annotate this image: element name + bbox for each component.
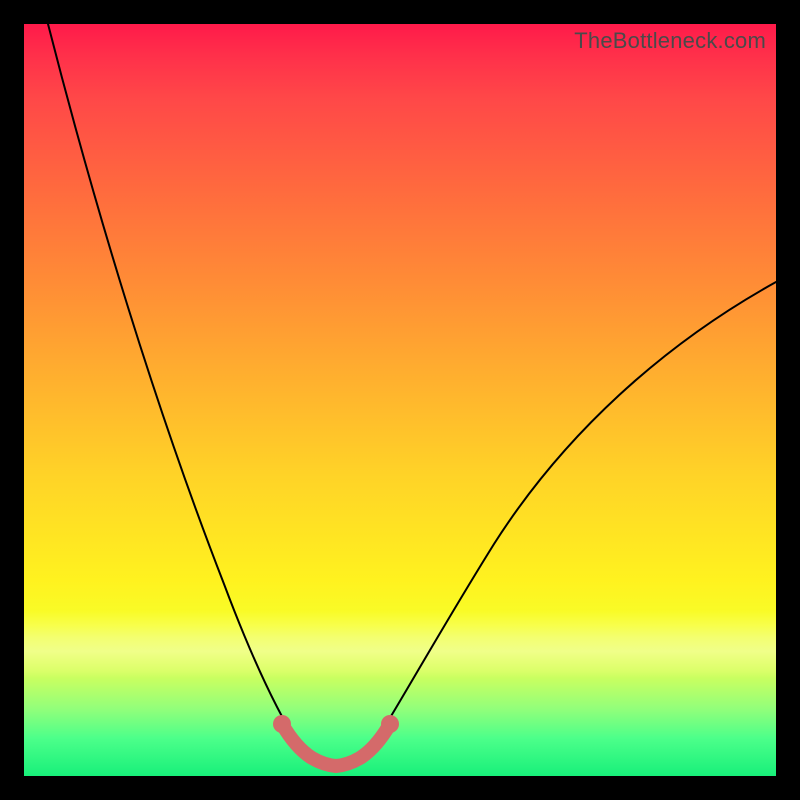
- trough-dot-left: [273, 715, 291, 733]
- curve-left: [48, 24, 299, 746]
- curve-right: [373, 282, 776, 746]
- chart-svg: [24, 24, 776, 776]
- trough-dot-right: [381, 715, 399, 733]
- trough-highlight: [282, 724, 390, 766]
- chart-frame: TheBottleneck.com: [24, 24, 776, 776]
